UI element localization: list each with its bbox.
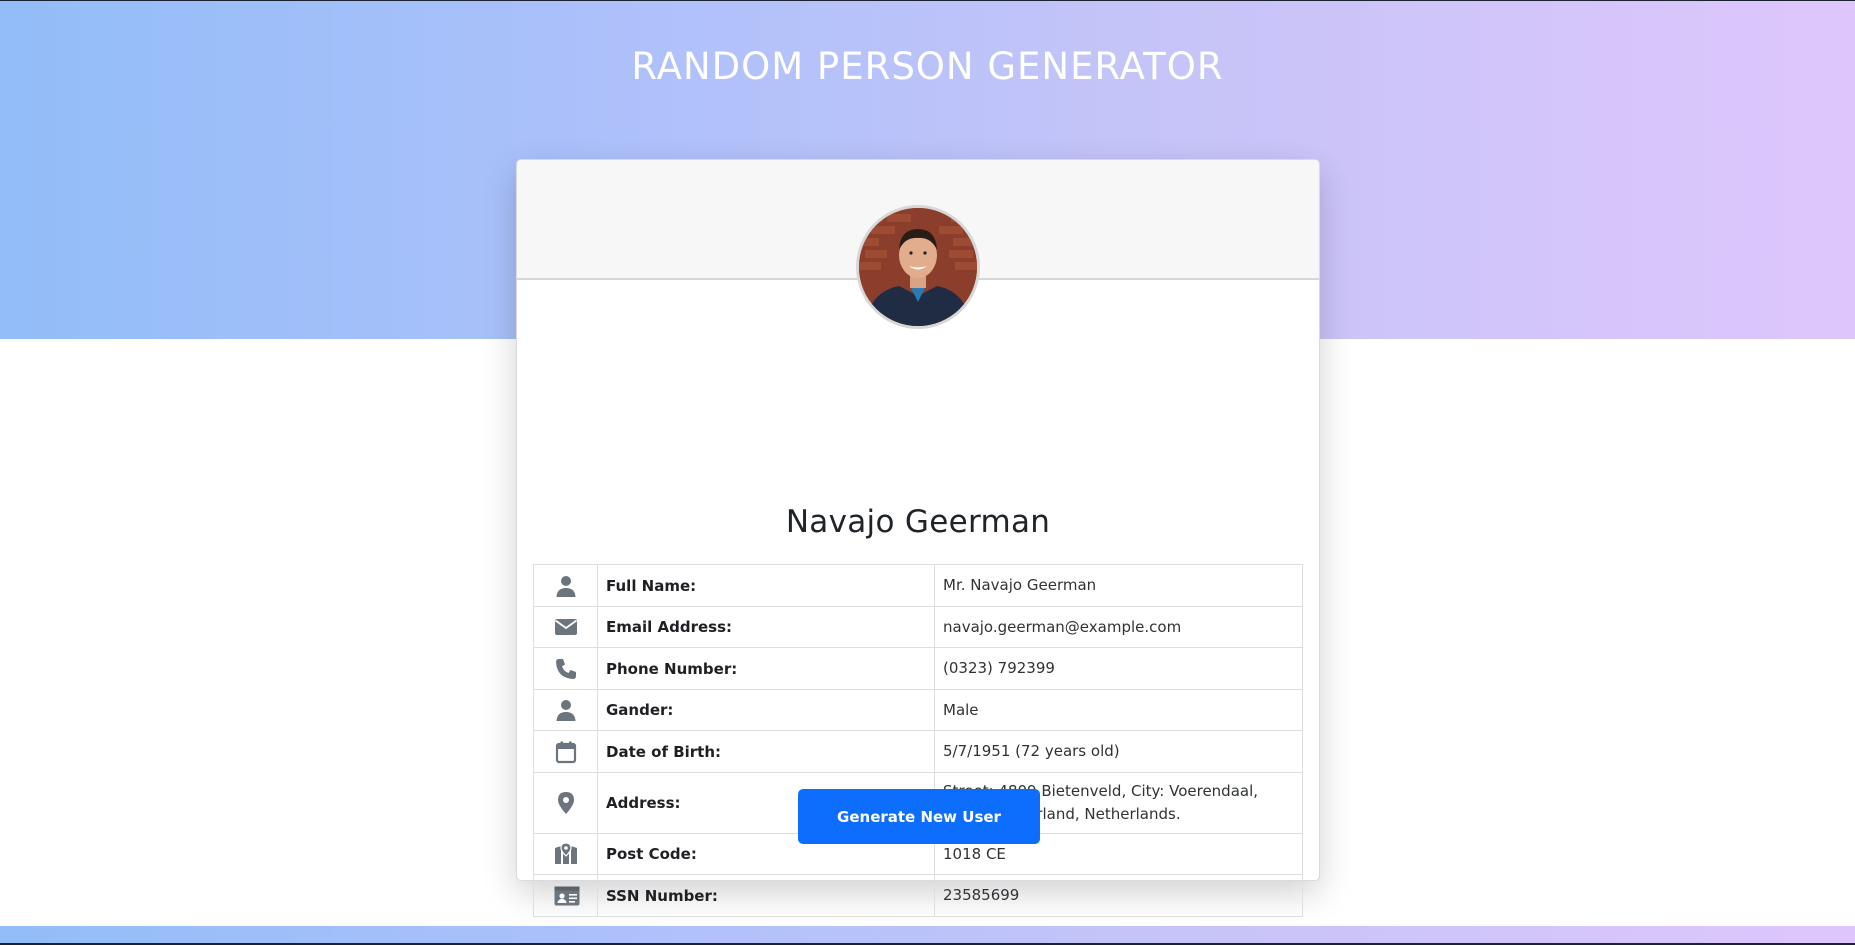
table-row: Full Name: Mr. Navajo Geerman bbox=[533, 564, 1303, 607]
calendar-icon bbox=[554, 740, 578, 764]
page-title: RANDOM PERSON GENERATOR bbox=[631, 45, 1224, 88]
detail-label: Full Name: bbox=[597, 564, 935, 607]
detail-value: Mr. Navajo Geerman bbox=[934, 564, 1303, 607]
detail-value: (0323) 792399 bbox=[934, 647, 1303, 690]
avatar bbox=[856, 205, 980, 329]
user-icon bbox=[554, 698, 578, 722]
person-name: Navajo Geerman bbox=[785, 504, 1051, 540]
map-icon bbox=[554, 842, 578, 866]
table-row: Phone Number: (0323) 792399 bbox=[533, 647, 1303, 690]
footer-strip bbox=[0, 926, 1855, 943]
phone-icon bbox=[554, 657, 578, 681]
table-row: Gander: Male bbox=[533, 689, 1303, 731]
detail-label: Date of Birth: bbox=[597, 730, 935, 773]
table-row: Date of Birth: 5/7/1951 (72 years old) bbox=[533, 730, 1303, 773]
detail-label: Email Address: bbox=[597, 606, 935, 648]
detail-label: Gander: bbox=[597, 689, 935, 731]
table-row: SSN Number: 23585699 bbox=[533, 874, 1303, 917]
map-pin-icon bbox=[554, 791, 578, 815]
detail-value: navajo.geerman@example.com bbox=[934, 606, 1303, 648]
id-card-icon bbox=[554, 884, 579, 908]
detail-label: SSN Number: bbox=[597, 874, 935, 917]
detail-value: 5/7/1951 (72 years old) bbox=[934, 730, 1303, 773]
envelope-icon bbox=[554, 615, 578, 639]
generate-new-user-button[interactable]: Generate New User bbox=[798, 789, 1040, 844]
details-table: Full Name: Mr. Navajo Geerman Email Addr… bbox=[533, 564, 1303, 917]
detail-label: Phone Number: bbox=[597, 647, 935, 690]
detail-value: Male bbox=[934, 689, 1303, 731]
person-card: Navajo Geerman Full Name: Mr. Navajo Gee… bbox=[516, 159, 1320, 917]
user-icon bbox=[554, 574, 578, 598]
table-row: Email Address: navajo.geerman@example.co… bbox=[533, 606, 1303, 648]
detail-value: 23585699 bbox=[934, 874, 1303, 917]
